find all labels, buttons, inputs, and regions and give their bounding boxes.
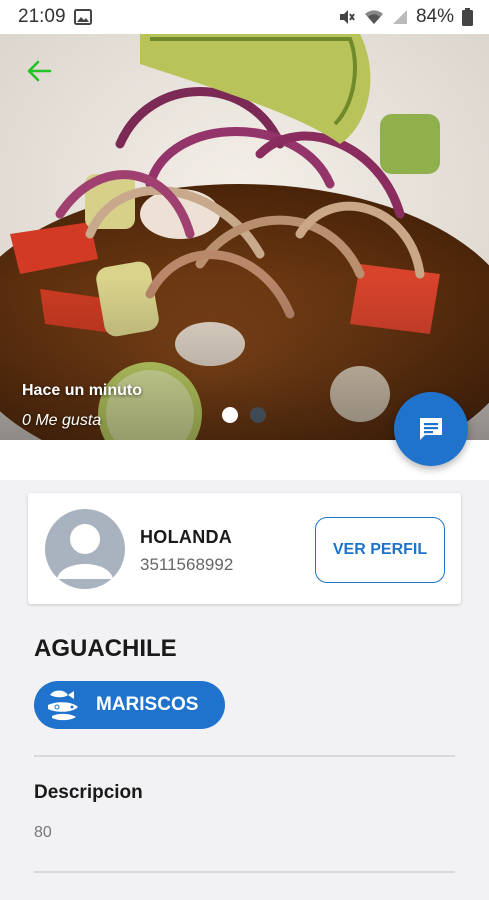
status-right: 84% xyxy=(338,6,473,28)
image-icon xyxy=(73,9,92,25)
category-chip[interactable]: MARISCOS xyxy=(34,681,225,729)
description-heading: Descripcion xyxy=(34,782,143,803)
carousel-indicator xyxy=(222,407,266,423)
battery-percent: 84% xyxy=(415,6,454,27)
owner-name: HOLANDA xyxy=(140,527,233,547)
dish-photo-carousel[interactable]: Hace un minuto 0 Me gusta xyxy=(0,34,489,440)
divider-top xyxy=(34,755,455,757)
status-left: 21:09 xyxy=(18,6,92,28)
wifi-icon xyxy=(364,9,384,25)
dish-title: AGUACHILE xyxy=(34,635,177,662)
owner-phone: 3511568992 xyxy=(140,555,234,574)
description-value: 80 xyxy=(34,824,52,841)
message-icon xyxy=(420,418,442,440)
view-profile-button[interactable]: VER PERFIL xyxy=(315,517,445,583)
carousel-dot-2[interactable] xyxy=(250,407,266,423)
user-placeholder-icon xyxy=(57,524,113,579)
mute-icon xyxy=(338,8,356,26)
carousel-dot-1[interactable] xyxy=(222,407,238,423)
seafood-icon xyxy=(48,690,78,721)
owner-card: HOLANDA 3511568992 VER PERFIL xyxy=(28,493,461,604)
status-bar: 21:09 84% xyxy=(0,0,489,34)
signal-icon xyxy=(392,9,408,25)
status-time: 21:09 xyxy=(18,6,66,27)
post-time: Hace un minuto xyxy=(22,382,143,399)
battery-icon xyxy=(462,8,473,26)
likes-count[interactable]: 0 Me gusta xyxy=(22,412,101,430)
chat-button[interactable] xyxy=(394,392,468,466)
category-label: MARISCOS xyxy=(96,694,199,715)
dish-photo xyxy=(0,34,489,440)
avatar xyxy=(45,509,125,589)
back-button[interactable] xyxy=(22,54,56,88)
arrow-left-icon xyxy=(27,60,52,82)
divider-bottom xyxy=(34,871,455,873)
